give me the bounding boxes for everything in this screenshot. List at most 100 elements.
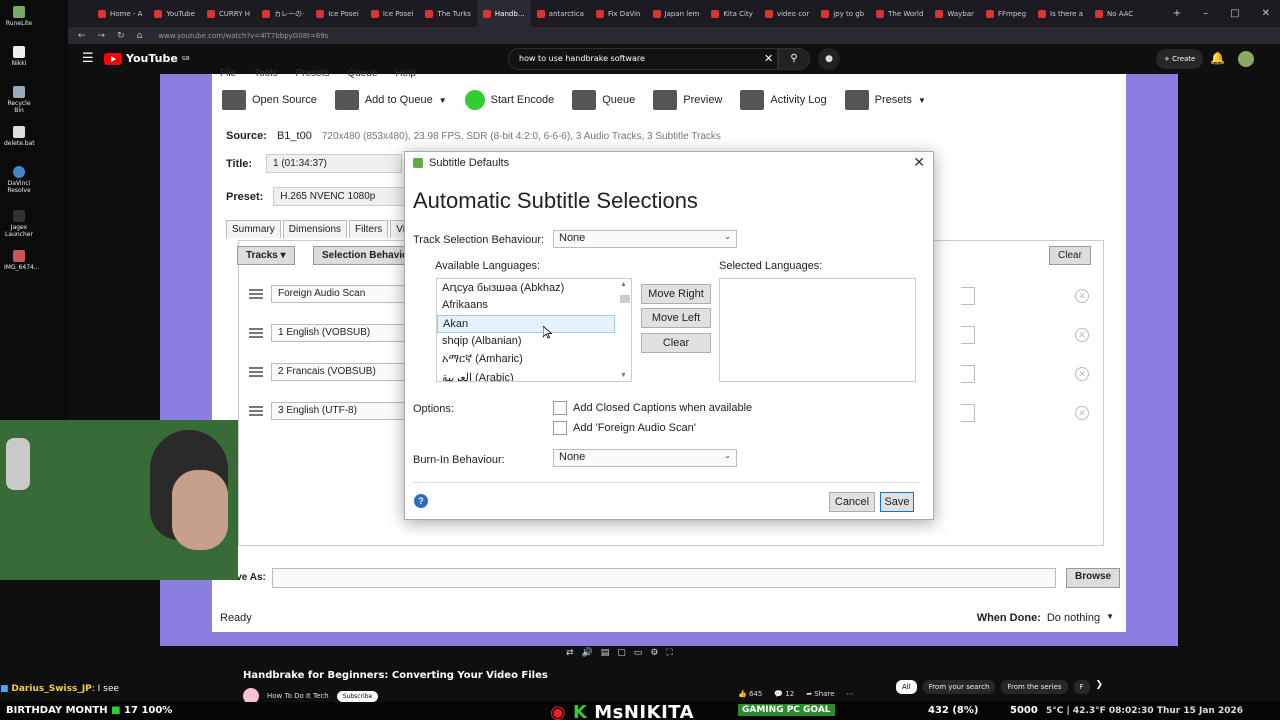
save-as-path-field[interactable] [272,568,1056,588]
list-item-selected[interactable]: Akan [437,315,615,333]
when-done-control[interactable]: When Done: Do nothing ▼ [977,612,1114,624]
account-avatar[interactable] [1238,51,1254,67]
remove-track-icon[interactable]: ✕ [1075,289,1089,303]
chip-all[interactable]: All [896,680,917,694]
menu-help[interactable]: Help [395,68,416,79]
browser-tab[interactable]: Ice Posei [365,0,420,27]
list-scrollbar[interactable]: ▲ ▼ [618,281,630,379]
desktop-icon-nikki[interactable]: Nikki [4,46,34,67]
remove-track-icon[interactable]: ✕ [1075,367,1089,381]
miniplayer-icon[interactable]: ▢ [617,648,626,658]
drag-handle-icon[interactable] [249,367,263,377]
burnin-select[interactable]: None ⌄ [553,449,737,467]
track-selection-select[interactable]: None ⌄ [553,230,737,248]
menu-queue[interactable]: Queue [347,68,377,79]
create-button[interactable]: + Create [1156,49,1204,69]
track-option-field[interactable] [961,404,975,422]
autoplay-icon[interactable]: ⇄ [566,648,574,658]
youtube-logo[interactable]: YouTube GB [104,52,190,65]
presets-button[interactable]: Presets ▼ [841,88,930,112]
tab-summary[interactable]: Summary [226,220,281,238]
reload-icon[interactable]: ↻ [117,31,125,41]
browser-tab[interactable]: Waybar [929,0,980,27]
start-encode-button[interactable]: Start Encode [461,88,559,112]
tracks-button[interactable]: Tracks ▾ [237,246,295,265]
list-item[interactable]: shqip (Albanian) [437,333,631,351]
track-row[interactable]: Foreign Audio Scan [249,285,421,303]
open-source-button[interactable]: Open Source [218,88,321,112]
queue-button[interactable]: Queue [568,88,639,112]
clear-search-icon[interactable]: ✕ [764,52,773,65]
like-button[interactable]: 👍 645 [738,690,762,698]
subscribe-button[interactable]: Subscribe [336,690,379,702]
activity-log-button[interactable]: Activity Log [736,88,830,112]
track-row[interactable]: 3 English (UTF-8) [249,402,421,420]
drag-handle-icon[interactable] [249,328,263,338]
close-icon[interactable]: ✕ [913,154,925,171]
available-languages-list[interactable]: Aԥсуа бызшәа (Abkhaz) Afrikaans Akan shq… [436,278,632,382]
settings-icon[interactable]: ⚙ [650,648,658,658]
chevron-right-icon[interactable]: ❯ [1096,680,1104,694]
add-to-queue-button[interactable]: Add to Queue ▼ [331,88,451,112]
maximize-icon[interactable]: □ [1230,8,1239,19]
comments-button[interactable]: 💬 12 [774,690,794,698]
selected-languages-list[interactable] [719,278,916,382]
desktop-icon-jagex[interactable]: Jagex Launcher [4,210,34,238]
chip-from-series[interactable]: From the series [1001,680,1068,694]
browser-tab[interactable]: Japan lem [647,0,706,27]
scroll-down-icon[interactable]: ▼ [620,372,627,379]
track-row[interactable]: 1 English (VOBSUB) [249,324,421,342]
track-option-field[interactable] [961,365,975,383]
browser-tab[interactable]: Home - A [92,0,148,27]
browser-tab[interactable]: jpy to gb [815,0,870,27]
track-option-field[interactable] [961,326,975,344]
browser-tab[interactable]: CURRY H [201,0,256,27]
cancel-button[interactable]: Cancel [829,492,875,512]
menu-file[interactable]: File [220,68,236,79]
voice-search-button[interactable]: ● [818,48,840,70]
fullscreen-icon[interactable]: ⛶ [666,648,672,658]
title-select[interactable]: 1 (01:34:37) [266,154,402,173]
move-left-button[interactable]: Move Left [641,308,711,328]
remove-track-icon[interactable]: ✕ [1075,406,1089,420]
foreign-audio-scan-checkbox[interactable] [553,421,567,435]
preview-button[interactable]: Preview [649,88,726,112]
volume-icon[interactable]: 🔊 [582,648,593,658]
url-bar[interactable]: www.youtube.com/watch?v=4lT7bbpyG08t=69s [158,32,328,40]
selection-behaviour-button[interactable]: Selection Behavio [313,246,405,265]
search-button[interactable]: ⚲ [778,48,810,70]
theater-icon[interactable]: ▭ [634,648,643,658]
browser-tab-active[interactable]: Handb… [476,0,531,27]
menu-presets[interactable]: Presets [295,68,329,79]
closed-captions-checkbox[interactable] [553,401,567,415]
browser-tab[interactable]: FFmpeg [980,0,1032,27]
save-button[interactable]: Save [880,492,914,512]
close-window-icon[interactable]: ✕ [1262,8,1270,19]
browser-tab[interactable]: Is there a [1032,0,1089,27]
drag-handle-icon[interactable] [249,406,263,416]
more-options-icon[interactable]: ⋯ [847,690,854,698]
preset-select[interactable]: H.265 NVENC 1080p [273,187,410,206]
clear-languages-button[interactable]: Clear [641,333,711,353]
track-option-field[interactable] [961,287,975,305]
desktop-icon-recycle-bin[interactable]: Recycle Bin [4,86,34,114]
desktop-icon-runelite[interactable]: RuneLite [4,6,34,27]
home-icon[interactable]: ⌂ [137,31,143,41]
chip-from-search[interactable]: From your search [922,680,996,694]
hamburger-menu-icon[interactable]: ☰ [82,51,94,66]
browser-tab[interactable]: Fix DaVin [590,0,647,27]
youtube-search-input[interactable]: how to use handbrake software [508,48,778,70]
browser-tab[interactable]: YouTube [148,0,200,27]
move-right-button[interactable]: Move Right [641,284,711,304]
back-icon[interactable]: ← [78,31,86,41]
tab-filters[interactable]: Filters [349,220,389,238]
list-item[interactable]: አማርኛ (Amharic) [437,351,631,369]
browser-tab[interactable]: No AAC [1089,0,1139,27]
chip-more[interactable]: F [1073,680,1090,694]
browse-button[interactable]: Browse [1066,568,1121,588]
channel-name[interactable]: How To Do It Tech [267,692,329,700]
browser-tab[interactable]: The World [870,0,929,27]
list-item[interactable]: العربية (Arabic) [437,369,631,381]
captions-icon[interactable]: ▤ [601,648,610,658]
scrollbar-thumb[interactable] [620,295,630,303]
